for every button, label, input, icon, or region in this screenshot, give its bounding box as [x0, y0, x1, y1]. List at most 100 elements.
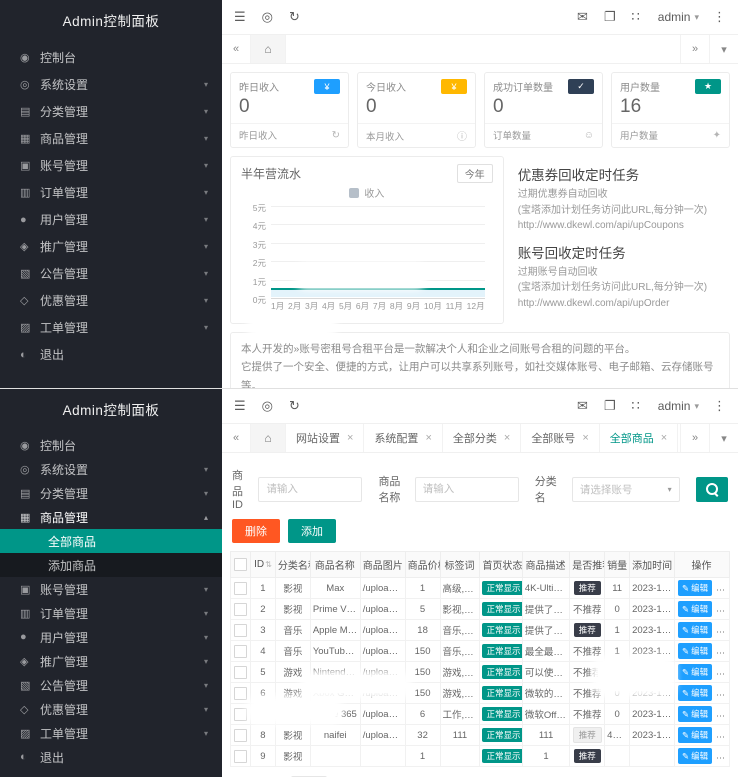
delete-button[interactable]: ✕删除 [717, 601, 730, 617]
sidebar-item[interactable]: 添加商品 [0, 553, 222, 577]
edit-button[interactable]: ✎编辑 [678, 685, 712, 701]
column-header[interactable]: 销量 [605, 552, 630, 578]
fullscreen-icon[interactable]: ∷ [632, 9, 640, 25]
batch-delete-button[interactable]: 删除 [232, 519, 280, 543]
chart-legend[interactable]: 收入 [241, 185, 493, 200]
clear-cache-icon[interactable]: ❐ [604, 9, 616, 25]
delete-button[interactable]: ✕删除 [717, 727, 730, 743]
more-icon[interactable]: ⋮ [713, 398, 726, 414]
refresh-icon[interactable]: ↻ [289, 9, 300, 25]
close-icon[interactable]: × [347, 432, 353, 444]
user-menu[interactable]: admin ▾ [658, 399, 699, 413]
sidebar-item[interactable]: ◉ 控制台 [0, 44, 222, 71]
close-icon[interactable]: × [425, 432, 431, 444]
delete-button[interactable]: ✕删除 [717, 706, 730, 722]
sidebar-item[interactable]: ▨ 工单管理 ▾ [0, 721, 222, 745]
edit-button[interactable]: ✎编辑 [678, 580, 712, 596]
sidebar-item[interactable]: ◎ 系统设置 ▾ [0, 71, 222, 98]
home-icon[interactable]: ⌂ [264, 42, 271, 56]
sidebar-item[interactable]: ▧ 公告管理 ▾ [0, 673, 222, 697]
sidebar-item[interactable]: ▦ 商品管理 ▴ [0, 505, 222, 529]
column-header[interactable]: 商品描述 [522, 552, 569, 578]
edit-button[interactable]: ✎编辑 [678, 601, 712, 617]
column-header[interactable]: ID⇅ [250, 552, 275, 578]
delete-button[interactable]: ✕删除 [717, 685, 730, 701]
message-icon[interactable]: ✉ [577, 398, 588, 414]
message-icon[interactable]: ✉ [577, 9, 588, 25]
chart-range-button[interactable]: 今年 [457, 164, 493, 183]
sidebar-item[interactable]: ▤ 分类管理 ▾ [0, 98, 222, 125]
edit-button[interactable]: ✎编辑 [678, 727, 712, 743]
home-icon[interactable]: ⌂ [264, 431, 271, 445]
goods-id-input[interactable] [258, 477, 362, 502]
column-header[interactable]: 商品图片 [360, 552, 405, 578]
sidebar-item[interactable]: ◐ 退出 [0, 341, 222, 368]
column-header[interactable]: 是否推荐 [570, 552, 605, 578]
add-goods-button[interactable]: 添加 [288, 519, 336, 543]
column-header[interactable]: 分类名称 [275, 552, 310, 578]
edit-button[interactable]: ✎编辑 [678, 748, 712, 764]
row-checkbox[interactable] [234, 708, 247, 721]
row-checkbox[interactable] [234, 687, 247, 700]
row-checkbox[interactable] [234, 582, 247, 595]
column-header[interactable]: 首页状态 [480, 552, 522, 578]
sidebar-item[interactable]: 全部商品 [0, 529, 222, 553]
row-checkbox[interactable] [234, 624, 247, 637]
sidebar-item[interactable]: ◈ 推广管理 ▾ [0, 649, 222, 673]
sidebar-item[interactable]: ● 用户管理 ▾ [0, 206, 222, 233]
tab-manage-icon[interactable]: ◎ [262, 398, 273, 414]
sidebar-item[interactable]: ◇ 优惠管理 ▾ [0, 287, 222, 314]
sidebar-item[interactable]: ▧ 公告管理 ▾ [0, 260, 222, 287]
page-tab[interactable]: 全部账号 × [521, 424, 599, 452]
category-select[interactable]: 请选择账号 ▾ [572, 477, 680, 502]
delete-button[interactable]: ✕删除 [717, 748, 730, 764]
row-checkbox[interactable] [234, 645, 247, 658]
tabs-scroll-right[interactable]: » [680, 424, 709, 452]
sidebar-item[interactable]: ▨ 工单管理 ▾ [0, 314, 222, 341]
edit-button[interactable]: ✎编辑 [678, 643, 712, 659]
row-checkbox[interactable] [234, 666, 247, 679]
sidebar-item[interactable]: ◎ 系统设置 ▾ [0, 457, 222, 481]
row-checkbox[interactable] [234, 729, 247, 742]
search-button[interactable] [696, 477, 728, 502]
page-tab[interactable]: 网站设置 × [286, 424, 364, 452]
close-icon[interactable]: × [582, 432, 588, 444]
sidebar-item[interactable]: ▣ 账号管理 ▾ [0, 152, 222, 179]
sidebar-item[interactable]: ◉ 控制台 [0, 433, 222, 457]
delete-button[interactable]: ✕删除 [717, 580, 730, 596]
column-header[interactable]: 商品名称 [310, 552, 360, 578]
close-icon[interactable]: × [504, 432, 510, 444]
sidebar-item[interactable]: ▥ 订单管理 ▾ [0, 179, 222, 206]
tabs-scroll-left[interactable]: « [222, 424, 251, 452]
refresh-icon[interactable]: ↻ [289, 398, 300, 414]
column-header[interactable]: 商品价格⇅ [405, 552, 440, 578]
page-tab[interactable]: 全部商品 × [600, 424, 678, 452]
column-header[interactable]: 标签词 [440, 552, 480, 578]
column-header[interactable]: 操作 [675, 552, 730, 578]
delete-button[interactable]: ✕删除 [717, 664, 730, 680]
tabs-menu-icon[interactable]: ▾ [709, 424, 738, 452]
menu-fold-icon[interactable]: ☰ [234, 398, 246, 414]
more-icon[interactable]: ⋮ [713, 9, 726, 25]
edit-button[interactable]: ✎编辑 [678, 664, 712, 680]
menu-fold-icon[interactable]: ☰ [234, 9, 246, 25]
sidebar-item[interactable]: ▣ 账号管理 ▾ [0, 577, 222, 601]
sidebar-item[interactable]: ◐ 退出 [0, 745, 222, 769]
delete-button[interactable]: ✕删除 [717, 643, 730, 659]
delete-button[interactable]: ✕删除 [717, 622, 730, 638]
sidebar-item[interactable]: ▦ 商品管理 ▾ [0, 125, 222, 152]
page-tab[interactable]: 全部分类 × [443, 424, 521, 452]
sidebar-item[interactable]: ▤ 分类管理 ▾ [0, 481, 222, 505]
sidebar-item[interactable]: ▥ 订单管理 ▾ [0, 601, 222, 625]
sort-icon[interactable]: ⇅ [265, 560, 272, 569]
user-menu[interactable]: admin ▾ [658, 10, 699, 24]
column-header[interactable]: 添加时间 [630, 552, 675, 578]
tabs-scroll-right[interactable]: » [680, 35, 709, 63]
tabs-menu-icon[interactable]: ▾ [709, 35, 738, 63]
tab-manage-icon[interactable]: ◎ [262, 9, 273, 25]
fullscreen-icon[interactable]: ∷ [632, 398, 640, 414]
page-tab[interactable]: 系统配置 × [364, 424, 442, 452]
clear-cache-icon[interactable]: ❐ [604, 398, 616, 414]
close-icon[interactable]: × [661, 432, 667, 444]
tabs-scroll-left[interactable]: « [222, 35, 251, 63]
